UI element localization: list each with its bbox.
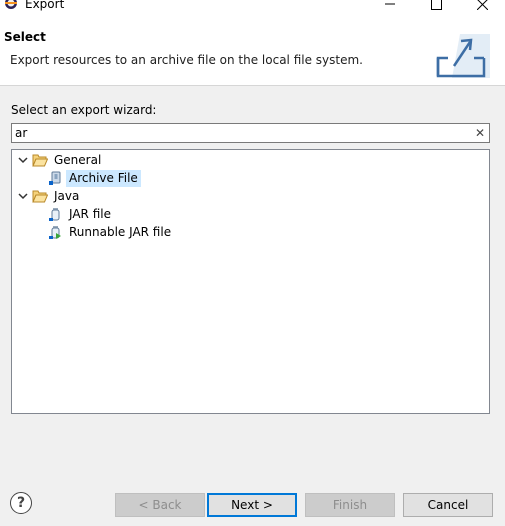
wizard-header: Select Export resources to an archive fi…: [0, 14, 505, 86]
tree-item-runnable-jar-file[interactable]: Runnable JAR file: [47, 223, 174, 241]
tree-label: Runnable JAR file: [69, 224, 172, 239]
help-icon[interactable]: ?: [10, 492, 32, 514]
cancel-button[interactable]: Cancel: [403, 493, 493, 517]
minimize-icon: [385, 0, 395, 9]
eclipse-icon: [4, 0, 18, 10]
tree-node-general[interactable]: General: [17, 151, 104, 169]
maximize-icon: [430, 0, 442, 10]
tree-label: Java: [54, 188, 80, 203]
finish-button[interactable]: Finish: [305, 493, 395, 517]
title-bar: Export: [0, 0, 505, 14]
archive-file-icon: [47, 170, 63, 186]
maximize-button[interactable]: [413, 0, 459, 14]
close-icon: [476, 0, 488, 10]
runnable-jar-icon: [47, 224, 63, 240]
export-banner-icon: [430, 34, 490, 81]
tree-node-java[interactable]: Java: [17, 187, 82, 205]
back-button[interactable]: < Back: [115, 493, 205, 517]
tree-label: JAR file: [69, 206, 111, 221]
close-button[interactable]: [459, 0, 505, 14]
jar-file-icon: [47, 206, 63, 222]
wizard-tree[interactable]: General Archive File Java JAR file Runna…: [11, 149, 490, 414]
chevron-down-icon[interactable]: [17, 190, 29, 202]
minimize-button[interactable]: [367, 0, 413, 14]
tree-item-jar-file[interactable]: JAR file: [47, 205, 114, 223]
open-folder-icon: [32, 188, 48, 204]
chevron-down-icon[interactable]: [17, 154, 29, 166]
page-title: Select: [4, 30, 46, 44]
tree-label: General: [54, 152, 102, 167]
filter-input[interactable]: ar: [11, 123, 490, 143]
next-button[interactable]: Next >: [207, 493, 297, 517]
open-folder-icon: [32, 152, 48, 168]
wizard-select-label: Select an export wizard:: [11, 103, 157, 117]
page-description: Export resources to an archive file on t…: [10, 53, 363, 67]
window-title: Export: [25, 0, 65, 11]
tree-label: Archive File: [66, 169, 141, 187]
tree-item-archive-file[interactable]: Archive File: [47, 169, 141, 187]
clear-filter-icon[interactable]: ✕: [473, 124, 487, 142]
